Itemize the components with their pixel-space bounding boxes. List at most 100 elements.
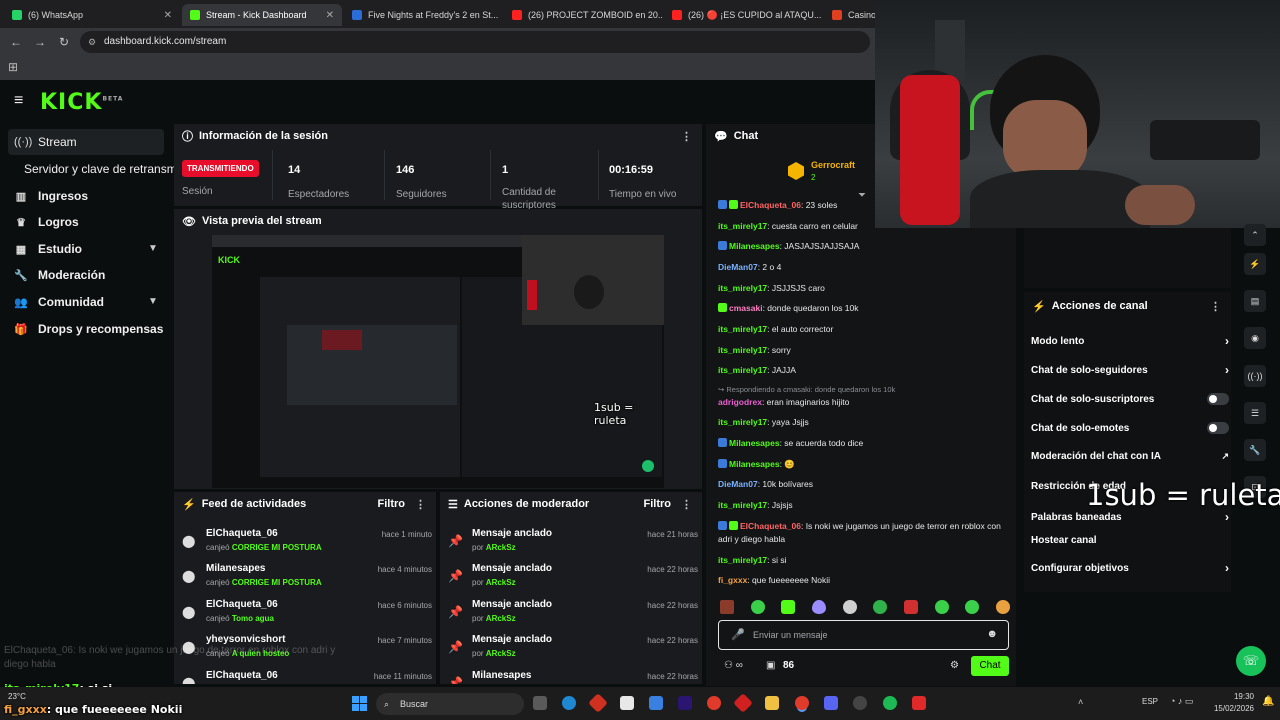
filter-button[interactable]: Filtro (378, 498, 406, 510)
wifi-icon[interactable]: ◔ ♪ ▭ (1170, 696, 1193, 707)
emote-icon[interactable] (750, 600, 765, 614)
app-icon[interactable] (912, 696, 926, 710)
action-subs-only[interactable]: Chat de solo-suscriptores (1031, 393, 1229, 405)
apps-grid-icon[interactable]: ⊞ (8, 60, 18, 74)
mod-action-item: 📌 Mensaje anclado hace 22 horas por ARckSz (448, 634, 698, 658)
obs-icon[interactable] (853, 696, 867, 710)
chat-message: its_mirely17: JAJJA (718, 365, 796, 375)
rail-button[interactable]: ⌃ (1244, 224, 1266, 246)
start-icon[interactable] (352, 696, 367, 711)
browser-tab[interactable]: (6) WhatsApp ✕ (4, 4, 180, 26)
emote-icon[interactable] (873, 600, 888, 614)
pin-icon: 📌 (448, 569, 463, 583)
action-banned-words[interactable]: Palabras baneadas › (1031, 510, 1229, 524)
tray-chevron-icon[interactable]: ˄ (1078, 697, 1083, 707)
kebab-icon[interactable]: ⋮ (1210, 300, 1221, 313)
sidebar-item-ingresos[interactable]: ▥ Ingresos (8, 183, 88, 209)
emote-icon[interactable] (995, 600, 1010, 614)
gear-icon[interactable]: ⚙ (950, 660, 959, 671)
store-icon[interactable] (620, 696, 634, 710)
action-slow-mode[interactable]: Modo lento › (1031, 334, 1229, 348)
browser-tab[interactable]: Casino Or (824, 4, 876, 26)
emote-icon[interactable] (811, 600, 826, 614)
forward-icon[interactable]: → (28, 35, 52, 49)
back-icon[interactable]: ← (4, 35, 28, 49)
broadcast-icon[interactable]: ((·)) (1244, 365, 1266, 387)
chat-bubble-icon[interactable]: ◉ (1244, 327, 1266, 349)
menu-icon[interactable]: ≡ (14, 92, 23, 110)
gift-icon: 🎁 (14, 323, 28, 336)
action-ai-moderation[interactable]: Moderación del chat con IA ↗ (1031, 451, 1229, 462)
browser-tab[interactable]: (26) 🔴 ¡ES CUPIDO al ATAQU...✕ (664, 4, 822, 26)
app-icon[interactable] (588, 693, 608, 713)
emoji-icon[interactable]: ☻ (986, 628, 998, 640)
chevron-down-icon[interactable]: ▼ (148, 243, 158, 254)
help-chat-button[interactable]: ☏ (1236, 646, 1266, 676)
wrench-icon[interactable]: 🔧 (1244, 439, 1266, 461)
info-icon: ⓘ (182, 131, 193, 143)
stream-preview-video[interactable]: KICK 1sub = ruleta (212, 235, 664, 488)
action-configure-goals[interactable]: Configurar objetivos › (1031, 561, 1229, 575)
todo-icon[interactable] (649, 696, 663, 710)
explorer-icon[interactable] (765, 696, 779, 710)
sidebar-item-comunidad[interactable]: 👥 Comunidad (8, 289, 104, 315)
chat-input[interactable]: 🎤 Enviar un mensaje ☻ (718, 620, 1009, 650)
reload-icon[interactable]: ↻ (52, 35, 76, 49)
mic-icon[interactable]: 🎤 (731, 628, 745, 641)
action-host-channel[interactable]: Hostear canal (1031, 535, 1229, 546)
discord-icon[interactable] (824, 696, 838, 710)
browser-tab-active[interactable]: Stream - Kick Dashboard ✕ (182, 4, 342, 26)
kebab-icon[interactable]: ⋮ (681, 130, 692, 143)
chevron-down-icon[interactable]: ▼ (148, 296, 158, 307)
emote-icon[interactable] (781, 600, 796, 614)
emote-only-toggle[interactable] (1207, 422, 1229, 434)
filter-button[interactable]: Filtro (644, 498, 672, 510)
clipboard-icon[interactable]: ▤ (1244, 290, 1266, 312)
url-field[interactable]: ⚙ dashboard.kick.com/stream (80, 31, 870, 53)
notification-icon[interactable]: 🔔 (1262, 696, 1274, 707)
close-icon[interactable]: ✕ (164, 10, 172, 21)
bolt-icon[interactable]: ⚡ (1244, 253, 1266, 275)
action-emote-only[interactable]: Chat de solo-emotes (1031, 422, 1229, 434)
chat-message: its_mirely17: el auto corrector (718, 324, 834, 334)
bolt-icon: ⚡ (1032, 300, 1046, 313)
site-info-icon[interactable]: ⚙ (88, 31, 96, 53)
chrome-icon[interactable] (707, 696, 721, 710)
webcam-feed (875, 0, 1280, 228)
sidebar-item-estudio[interactable]: ▦ Estudio (8, 236, 82, 262)
kebab-icon[interactable]: ⋮ (681, 498, 692, 511)
browser-tab[interactable]: (26) PROJECT ZOMBOID en 20...✕ (504, 4, 662, 26)
chrome-icon[interactable] (795, 696, 809, 710)
stat-viewers: 14 Espectadores (288, 164, 350, 200)
emote-icon[interactable] (720, 600, 734, 614)
emote-icon[interactable] (934, 600, 949, 614)
moderator-actions-panel: ☰ Acciones de moderador Filtro ⋮ 📌 Mensaj… (440, 492, 702, 684)
send-chat-button[interactable]: Chat (971, 656, 1009, 676)
app-icon[interactable] (733, 693, 753, 713)
emote-icon[interactable] (965, 600, 980, 614)
emote-icon[interactable] (842, 600, 857, 614)
youtube-icon (672, 10, 682, 20)
action-followers-only[interactable]: Chat de solo-seguidores › (1031, 363, 1229, 377)
premiere-icon[interactable] (678, 696, 692, 710)
trophy-icon: ♛ (16, 216, 26, 229)
sidebar-item-logros[interactable]: ♛ Logros (8, 209, 79, 235)
edge-icon[interactable] (562, 696, 576, 710)
browser-tab[interactable]: Five Nights at Freddy's 2 en St...✕ (344, 4, 502, 26)
sidebar-item-stream[interactable]: ((·)) Stream (8, 129, 164, 155)
kick-logo[interactable]: KICKBETA (40, 90, 123, 115)
steam-icon (352, 10, 362, 20)
viewer-links-icon[interactable]: ⚇ ∞ (724, 660, 743, 671)
sidebar-item-moderacion[interactable]: 🔧 Moderación (8, 262, 105, 288)
taskbar-search[interactable]: ⌕ Buscar (376, 693, 524, 715)
close-icon[interactable]: ✕ (326, 10, 334, 21)
chat-message: cmasaki: donde quedaron los 10k (718, 302, 1008, 315)
subs-only-toggle[interactable] (1207, 393, 1229, 405)
emote-icon[interactable] (903, 600, 918, 614)
list-icon[interactable]: ☰ (1244, 402, 1266, 424)
task-view-icon[interactable] (533, 696, 547, 710)
spotify-icon[interactable] (883, 696, 897, 710)
kebab-icon[interactable]: ⋮ (415, 498, 426, 511)
sidebar-item-drops[interactable]: 🎁 Drops y recompensas (8, 316, 163, 342)
pin-icon: 📌 (448, 640, 463, 654)
